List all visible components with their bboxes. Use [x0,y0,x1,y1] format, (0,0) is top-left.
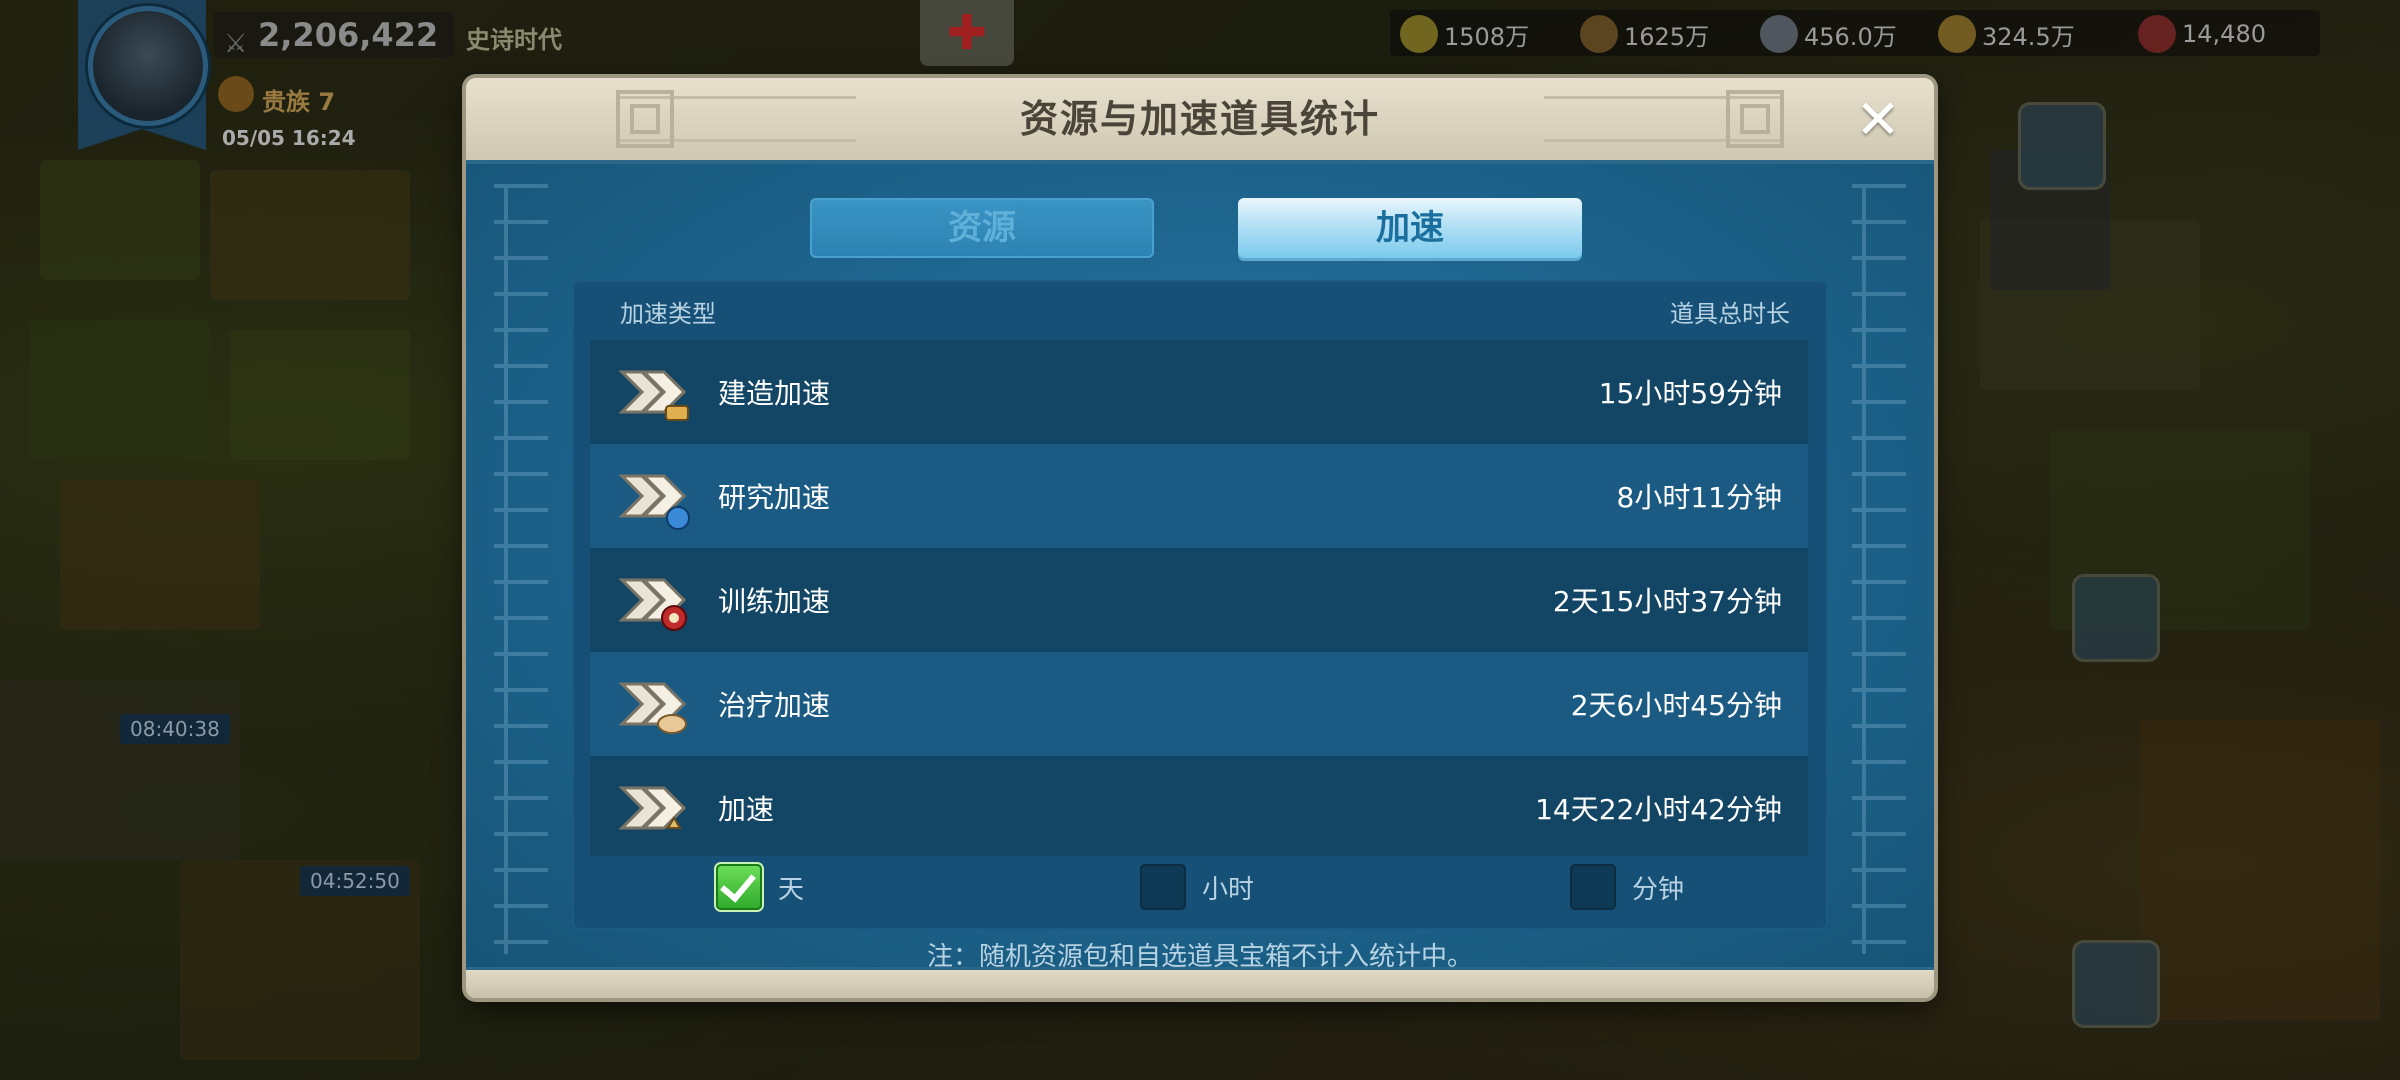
pattern-border-right [1852,184,1906,954]
sword-icon: ⚔ [224,29,248,59]
hours-checkbox[interactable] [1140,864,1186,910]
unit-option-hours[interactable]: 小时 [1140,864,1254,910]
speedup-row-healing: 治疗加速 2天6小时45分钟 [590,652,1808,756]
speedup-duration-value: 2天15小时37分钟 [1552,585,1782,618]
resource-gold[interactable]: 324.5万 [1938,14,2075,54]
resource-wood[interactable]: 1625万 [1580,14,1709,54]
dialog-footer-bar [466,967,1934,998]
hours-label: 小时 [1202,874,1255,905]
map-button[interactable] [2018,102,2106,190]
dialog-header: 资源与加速道具统计 ✕ [466,78,1934,164]
speedup-type-label: 训练加速 [718,585,831,618]
speedup-panel: 加速类型 道具总时长 建造加速 15小时59分钟 研究加速 8小时11分钟 训练… [572,280,1828,930]
unit-option-minutes[interactable]: 分钟 [1570,864,1684,910]
resource-stone[interactable]: 456.0万 [1760,14,1897,54]
healing-speedup-icon [616,664,696,744]
gold-icon [1938,15,1976,53]
pattern-border-left [494,184,548,954]
speedup-stats-dialog: 资源与加速道具统计 ✕ 资源 加速 加速类型 道具总时长 建造加速 15小时59… [466,78,1934,998]
speedup-row-build: 建造加速 15小时59分钟 [590,340,1808,444]
corn-icon [1400,15,1438,53]
days-label: 天 [778,874,805,905]
unit-option-days[interactable]: 天 [716,864,804,910]
speedup-duration-value: 14天22小时42分钟 [1535,793,1782,826]
chat-button[interactable] [2072,940,2160,1028]
speedup-type-label: 加速 [718,793,775,826]
wood-icon [1580,15,1618,53]
speedup-type-label: 建造加速 [718,377,831,410]
research-speedup-icon [616,456,696,536]
speedup-row-universal: 加速 14天22小时42分钟 [590,756,1808,856]
event-button[interactable] [2072,574,2160,662]
vip-level[interactable]: 贵族 7 [262,82,335,117]
build-speedup-icon [616,352,696,432]
speedup-type-label: 研究加速 [718,481,831,514]
close-button[interactable]: ✕ [1850,92,1906,148]
queue-timer-1[interactable]: 08:40:38 [120,714,230,744]
minutes-label: 分钟 [1632,874,1685,905]
column-header-type: 加速类型 [620,300,716,328]
speedup-row-training: 训练加速 2天15小时37分钟 [590,548,1808,652]
speedup-duration-value: 15小时59分钟 [1598,377,1782,410]
era-label: 史诗时代 [466,26,562,54]
power-value: 2,206,422 [258,16,439,54]
stone-icon [1760,15,1798,53]
dialog-title: 资源与加速道具统计 [1019,97,1380,141]
power-display: ⚔ 2,206,422 [214,12,454,59]
tab-resources[interactable]: 资源 [810,198,1154,258]
minutes-checkbox[interactable] [1570,864,1616,910]
speedup-duration-value: 2天6小时45分钟 [1570,689,1782,722]
days-checkbox[interactable] [716,864,762,910]
player-avatar[interactable] [88,6,208,126]
resource-food[interactable]: 1508万 [1400,14,1529,54]
hospital-icon[interactable]: ✚ [920,0,1014,66]
speedup-list[interactable]: 建造加速 15小时59分钟 研究加速 8小时11分钟 训练加速 2天15小时37… [590,340,1808,856]
speedup-duration-value: 8小时11分钟 [1616,481,1782,514]
resource-gems[interactable]: 14,480 [2138,14,2266,54]
vip-icon[interactable] [218,76,254,112]
training-speedup-icon [616,560,696,640]
speedup-row-research: 研究加速 8小时11分钟 [590,444,1808,548]
universal-speedup-icon [616,768,696,848]
tab-speedups[interactable]: 加速 [1238,198,1582,258]
dialog-body: 资源 加速 加速类型 道具总时长 建造加速 15小时59分钟 研究加速 8小时1… [466,164,1934,972]
gem-icon [2138,15,2176,53]
column-header-duration: 道具总时长 [1670,300,1790,328]
queue-timer-2[interactable]: 04:52:50 [300,866,410,896]
server-time: 05/05 16:24 [222,126,356,150]
speedup-type-label: 治疗加速 [718,689,831,722]
